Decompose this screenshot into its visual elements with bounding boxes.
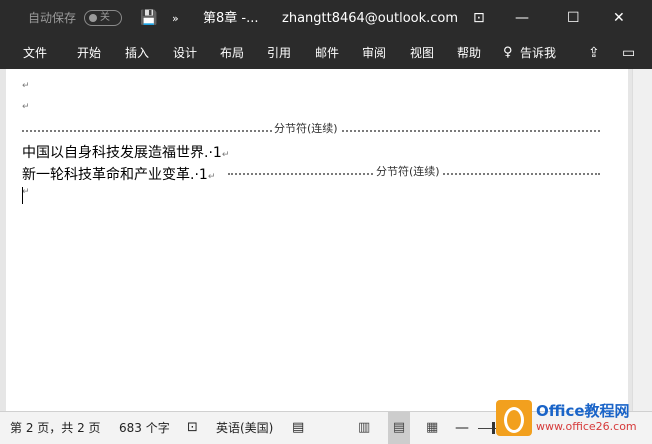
document-canvas: ↵ ↵ 分节符(连续) 中国以自身科技发展造福世界.·1↵ 新一轮科技革命和产业…: [0, 69, 652, 411]
zoom-out-button[interactable]: —: [455, 412, 469, 444]
ribbon-tabs: 文件 开始 插入 设计 布局 引用 邮件 审阅 视图 帮助 ♀ 告诉我 ⇪ ▭: [0, 37, 652, 69]
section-break-label: 分节符(连续): [272, 122, 340, 136]
toggle-dot: [89, 14, 97, 22]
section-break-label: 分节符(连续): [374, 165, 442, 179]
ribbon-display-options-icon[interactable]: ⊡: [473, 0, 485, 37]
tab-insert[interactable]: 插入: [125, 37, 149, 69]
page-count[interactable]: 第 2 页，共 2 页: [10, 412, 101, 444]
office-logo-icon: [496, 400, 532, 436]
lightbulb-icon: ♀: [503, 45, 513, 60]
tab-help[interactable]: 帮助: [457, 37, 481, 69]
text-cursor: [22, 187, 23, 204]
minimize-button[interactable]: —: [515, 0, 529, 37]
tab-design[interactable]: 设计: [173, 37, 197, 69]
print-layout-icon[interactable]: ▤: [388, 412, 410, 444]
comments-icon[interactable]: ▭: [622, 37, 635, 69]
quick-access-more-icon[interactable]: »: [172, 0, 179, 37]
tab-home[interactable]: 开始: [77, 37, 101, 69]
tab-layout[interactable]: 布局: [220, 37, 244, 69]
autosave-state: 关: [100, 12, 110, 23]
read-mode-icon[interactable]: ▥: [358, 412, 370, 444]
tab-references[interactable]: 引用: [267, 37, 291, 69]
paragraph-mark: ↵: [221, 150, 230, 160]
paragraph-mark: ↵: [22, 102, 30, 112]
web-layout-icon[interactable]: ▦: [426, 412, 438, 444]
language-indicator[interactable]: 英语(美国): [216, 412, 273, 444]
tab-review[interactable]: 审阅: [362, 37, 386, 69]
tab-view[interactable]: 视图: [410, 37, 434, 69]
close-button[interactable]: ✕: [613, 0, 625, 37]
vertical-scrollbar[interactable]: [632, 69, 652, 411]
autosave-label: 自动保存: [28, 11, 77, 25]
tab-file[interactable]: 文件: [23, 37, 47, 69]
paragraph-mark: ↵: [22, 81, 30, 91]
text-line-1[interactable]: 中国以自身科技发展造福世界.·1↵: [22, 142, 229, 162]
word-count[interactable]: 683 个字: [119, 412, 170, 444]
tab-mailings[interactable]: 邮件: [315, 37, 339, 69]
document-title: 第8章 -...: [203, 11, 259, 26]
save-icon[interactable]: 💾: [140, 0, 157, 37]
watermark-logo: Office教程网 www.office26.com: [492, 396, 652, 444]
title-bar: 自动保存 关 💾 » 第8章 -... zhangtt8464@outlook.…: [0, 0, 652, 37]
autosave-toggle[interactable]: 关: [84, 10, 122, 26]
proofing-icon[interactable]: ⊡: [187, 412, 198, 444]
macro-recording-icon[interactable]: ▤: [292, 412, 304, 444]
watermark-url: www.office26.com: [536, 420, 637, 433]
tell-me-search[interactable]: 告诉我: [520, 37, 556, 69]
paragraph-mark: ↵: [22, 187, 30, 197]
line2-text: 新一轮科技革命和产业变革.·1: [22, 167, 208, 183]
share-icon[interactable]: ⇪: [588, 37, 600, 69]
account-email[interactable]: zhangtt8464@outlook.com: [282, 0, 458, 37]
line1-text: 中国以自身科技发展造福世界.·1: [22, 145, 222, 161]
document-page[interactable]: ↵ ↵ 分节符(连续) 中国以自身科技发展造福世界.·1↵ 新一轮科技革命和产业…: [6, 69, 628, 411]
watermark-title: Office教程网: [536, 402, 630, 420]
text-line-2[interactable]: 新一轮科技革命和产业变革.·1↵: [22, 164, 215, 184]
paragraph-mark: ↵: [207, 172, 216, 182]
maximize-button[interactable]: ☐: [567, 0, 580, 37]
